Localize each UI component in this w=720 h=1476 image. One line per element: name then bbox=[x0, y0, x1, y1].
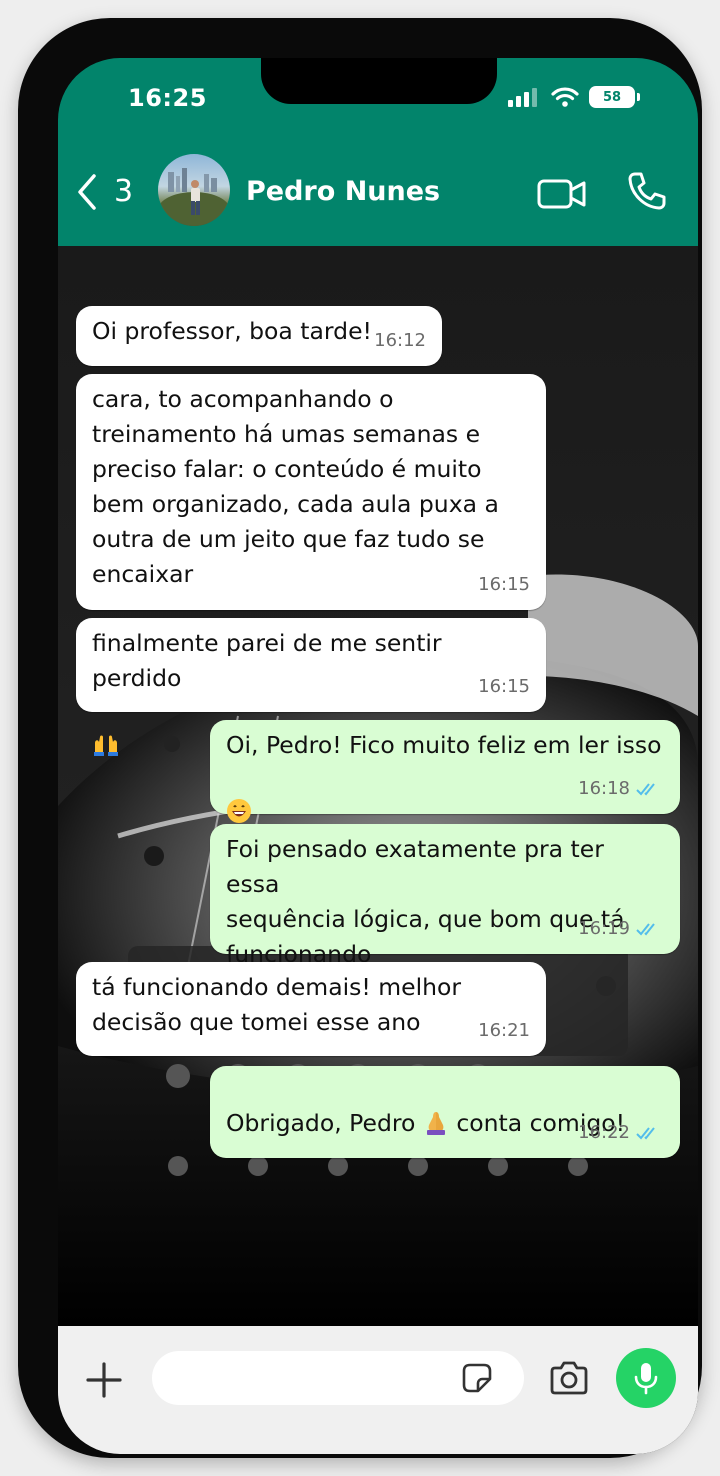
message-meta: 16:12 bbox=[374, 323, 426, 358]
battery-cap bbox=[637, 93, 640, 101]
screen: 16:25 58 3 Pedro Nunes Oi professor, boa… bbox=[58, 58, 698, 1454]
raising-hands-emoji-icon bbox=[92, 696, 118, 756]
message-meta: 16:19 bbox=[578, 911, 664, 946]
phone-frame: 16:25 58 3 Pedro Nunes Oi professor, boa… bbox=[18, 18, 702, 1458]
message-meta: 16:18 bbox=[578, 771, 664, 806]
message-text: Foi pensado exatamente pra ter essa sequ… bbox=[226, 835, 625, 968]
message-bubble-outgoing[interactable]: Oi, Pedro! Fico muito feliz em ler isso … bbox=[210, 720, 680, 823]
message-time: 16:19 bbox=[578, 918, 630, 939]
message-bubble-incoming[interactable]: Oi professor, boa tarde! 16:12 bbox=[76, 306, 442, 366]
video-call-icon[interactable] bbox=[536, 176, 588, 212]
message-bubble-incoming[interactable]: finalmente parei de me sentir perdido 16… bbox=[76, 618, 546, 756]
message-meta: 16:21 bbox=[478, 1013, 530, 1048]
unread-count[interactable]: 3 bbox=[114, 174, 133, 209]
message-time: 16:15 bbox=[478, 574, 530, 595]
grinning-face-emoji-icon bbox=[226, 763, 252, 823]
avatar[interactable] bbox=[158, 154, 230, 226]
camera-icon[interactable] bbox=[548, 1360, 590, 1396]
phone-call-icon[interactable] bbox=[626, 170, 668, 212]
message-text: finalmente parei de me sentir perdido bbox=[92, 629, 442, 692]
message-time: 16:21 bbox=[478, 1020, 530, 1041]
message-meta: 16:15 bbox=[478, 669, 530, 704]
notch bbox=[261, 58, 497, 104]
battery-icon: 58 bbox=[589, 86, 635, 108]
sticker-icon[interactable] bbox=[458, 1359, 496, 1397]
message-bubble-outgoing[interactable]: Obrigado, Pedro conta comigo! 16:22 bbox=[210, 1066, 680, 1158]
message-meta: 16:15 bbox=[478, 567, 530, 602]
contact-name[interactable]: Pedro Nunes bbox=[246, 176, 440, 207]
wifi-icon bbox=[551, 87, 579, 107]
microphone-button[interactable] bbox=[616, 1348, 676, 1408]
message-time: 16:12 bbox=[374, 330, 426, 351]
message-time: 16:15 bbox=[478, 676, 530, 697]
message-time: 16:18 bbox=[578, 778, 630, 799]
message-text: cara, to acompanhando o treinamento há u… bbox=[92, 385, 499, 588]
message-text: tá funcionando demais! melhor decisão qu… bbox=[92, 973, 462, 1036]
message-text-before-emoji: Obrigado, Pedro bbox=[226, 1109, 416, 1137]
read-ticks-icon bbox=[636, 1126, 655, 1139]
message-time: 16:22 bbox=[578, 1122, 630, 1143]
message-bubble-incoming[interactable]: cara, to acompanhando o treinamento há u… bbox=[76, 374, 546, 610]
read-ticks-icon bbox=[636, 782, 655, 795]
message-bubble-incoming[interactable]: tá funcionando demais! melhor decisão qu… bbox=[76, 962, 546, 1056]
message-text: Oi, Pedro! Fico muito feliz em ler isso bbox=[226, 731, 662, 759]
back-chevron-icon[interactable] bbox=[74, 172, 100, 212]
folded-hands-emoji-icon bbox=[423, 1074, 449, 1135]
microphone-icon bbox=[634, 1363, 658, 1395]
plus-icon[interactable] bbox=[82, 1358, 126, 1402]
message-input-bar bbox=[58, 1326, 698, 1454]
message-meta: 16:22 bbox=[578, 1115, 664, 1150]
chat-area[interactable]: Oi professor, boa tarde! 16:12 cara, to … bbox=[58, 246, 698, 1326]
battery-level: 58 bbox=[602, 89, 622, 105]
status-time: 16:25 bbox=[128, 84, 207, 112]
signal-icon bbox=[508, 88, 537, 107]
status-icons: 58 bbox=[507, 85, 640, 109]
message-bubble-outgoing[interactable]: Foi pensado exatamente pra ter essa sequ… bbox=[210, 824, 680, 968]
read-ticks-icon bbox=[636, 922, 655, 935]
